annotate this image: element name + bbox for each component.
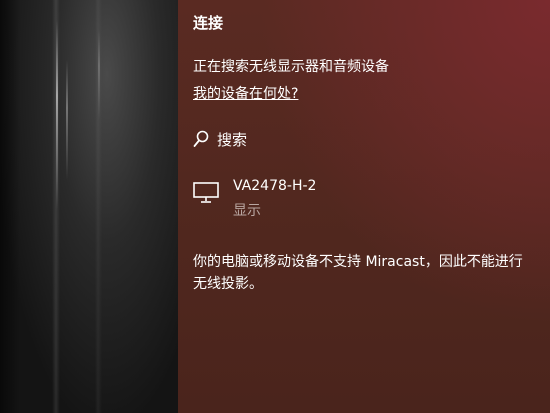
device-item-va2478[interactable]: VA2478-H-2 显示 (193, 176, 493, 220)
light-streak (98, 30, 100, 120)
message-line-1: 你的电脑或移动设备不支持 Miracast，因此不能进行 (193, 254, 523, 270)
desktop-background (0, 0, 178, 413)
light-streak (56, 20, 58, 210)
search-label: 搜索 (217, 130, 248, 149)
where-is-my-device-link[interactable]: 我的设备在何处? (193, 83, 298, 103)
message-line-2: 无线投影。 (193, 276, 263, 292)
search-status-text: 正在搜索无线显示器和音频设备 (193, 59, 389, 75)
light-streak (66, 60, 68, 180)
connect-panel: 连接 正在搜索无线显示器和音频设备 我的设备在何处? 搜索 VA2478-H-2… (178, 0, 550, 413)
search-icon (193, 130, 209, 148)
device-type: 显示 (233, 203, 261, 219)
device-name: VA2478-H-2 (233, 178, 317, 194)
monitor-icon (193, 182, 219, 208)
panel-title: 连接 (193, 14, 224, 32)
search-button[interactable]: 搜索 (193, 128, 247, 150)
miracast-unsupported-message: 你的电脑或移动设备不支持 Miracast，因此不能进行 无线投影。 (193, 251, 523, 295)
